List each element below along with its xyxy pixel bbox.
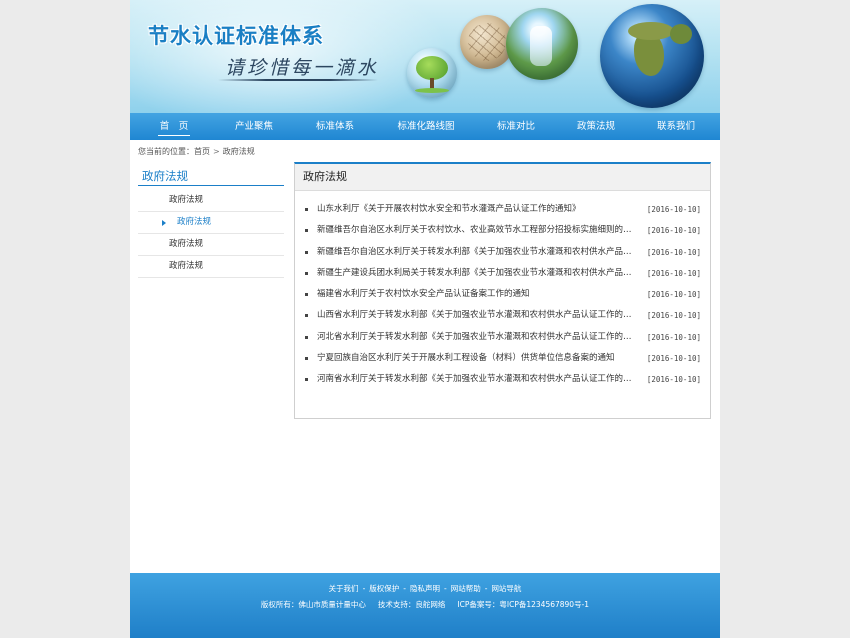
article-title-link[interactable]: 宁夏回族自治区水利厅关于开展水利工程设备（材料）供货单位信息备案的通知: [317, 348, 635, 369]
footer: 关于我们 - 版权保护 - 隐私声明 - 网站帮助 - 网站导航 版权所有：佛山市质量计量中心技…: [130, 573, 720, 638]
nav-item-label: 首 页: [157, 121, 191, 136]
footer-icp: ICP备案号：粤ICP备1234567890号-1: [457, 600, 590, 609]
nav-item-contact[interactable]: 联系我们: [648, 113, 704, 140]
footer-tech-support: 技术支持：良舵网络: [377, 600, 446, 609]
article-list-panel: 政府法规 山东水利厅《关于开展农村饮水安全和节水灌溉产品认证工作的通知》 [201…: [294, 162, 711, 419]
tree-canopy: [416, 56, 448, 80]
article-title-link[interactable]: 山东水利厅《关于开展农村饮水安全和节水灌溉产品认证工作的通知》: [317, 199, 635, 220]
footer-link-separator: -: [444, 584, 447, 593]
article-title-link[interactable]: 山西省水利厅关于转发水利部《关于加强农业节水灌溉和农村供水产品认证工作的通知》: [317, 305, 635, 326]
article-list: 山东水利厅《关于开展农村饮水安全和节水灌溉产品认证工作的通知》 [2016-10-…: [295, 199, 710, 391]
globe-image: [600, 4, 704, 108]
page-container: 节水认证标准体系 请珍惜每一滴水 首 页 产业聚焦 标准体系 标准化路线图 标准…: [130, 0, 720, 638]
footer-link-copyright-protection[interactable]: 版权保护: [369, 584, 399, 593]
article-title-link[interactable]: 新疆维吾尔自治区水利厅关于农村饮水、农业高效节水工程部分招投标实施细则的补充通知: [317, 220, 635, 241]
footer-copyright: 版权所有：佛山市质量计量中心: [260, 600, 366, 609]
nav-item-standard-compare[interactable]: 标准对比: [488, 113, 544, 140]
bullet-icon: [305, 378, 308, 382]
footer-link-separator: -: [362, 584, 366, 593]
sidebar-title: 政府法规: [138, 166, 284, 186]
globe-land-asia: [670, 24, 692, 44]
article-row[interactable]: 新疆维吾尔自治区水利厅关于农村饮水、农业高效节水工程部分招投标实施细则的补充通知…: [295, 220, 710, 241]
article-row[interactable]: 新疆维吾尔自治区水利厅关于转发水利部《关于加强农业节水灌溉和农村供水产品认证工作…: [295, 242, 710, 263]
article-date: [2016-10-10]: [646, 375, 701, 385]
article-date: [2016-10-10]: [646, 268, 701, 278]
slogan-underline: [218, 79, 378, 81]
footer-link-help[interactable]: 网站帮助: [451, 584, 481, 593]
article-date: [2016-10-10]: [646, 311, 701, 321]
article-row[interactable]: 宁夏回族自治区水利厅关于开展水利工程设备（材料）供货单位信息备案的通知 [2016…: [295, 348, 710, 369]
article-row[interactable]: 山西省水利厅关于转发水利部《关于加强农业节水灌溉和农村供水产品认证工作的通知》 […: [295, 305, 710, 326]
nav-item-policies[interactable]: 政策法规: [568, 113, 624, 140]
article-row[interactable]: 河北省水利厅关于转发水利部《关于加强农业节水灌溉和农村供水产品认证工作的通知》 […: [295, 327, 710, 348]
site-title: 节水认证标准体系: [148, 24, 324, 48]
waterfall-bubble-image: [506, 8, 578, 80]
sidebar-item-label: 政府法规: [177, 217, 212, 227]
tree-grass: [415, 88, 449, 93]
bullet-icon: [305, 293, 308, 297]
nav-item-label: 标准体系: [315, 121, 354, 132]
article-title-link[interactable]: 河南省水利厅关于转发水利部《关于加强农业节水灌溉和农村供水产品认证工作的通知》: [317, 369, 635, 390]
nav-item-label: 政策法规: [576, 121, 615, 132]
bullet-icon: [305, 335, 308, 339]
nav-item-label: 标准化路线图: [397, 121, 455, 132]
article-date: [2016-10-10]: [646, 226, 701, 236]
footer-link-about[interactable]: 关于我们: [329, 584, 359, 593]
breadcrumb-prefix: 您当前的位置：: [138, 147, 194, 156]
breadcrumb-home-link[interactable]: 首页: [194, 147, 210, 156]
nav-item-label: 标准对比: [496, 121, 535, 132]
bullet-icon: [305, 208, 308, 211]
sidebar-item-label: 政府法规: [169, 195, 204, 205]
sidebar-menu: 政府法规 政府法规 政府法规 政府法规: [138, 190, 284, 278]
panel-title: 政府法规: [295, 164, 710, 191]
sidebar-item[interactable]: 政府法规: [138, 234, 284, 256]
article-row[interactable]: 河南省水利厅关于转发水利部《关于加强农业节水灌溉和农村供水产品认证工作的通知》 […: [295, 369, 710, 390]
breadcrumb-separator-icon: >: [213, 147, 220, 156]
footer-link-separator: -: [484, 584, 488, 593]
article-row[interactable]: 新疆生产建设兵团水利局关于转发水利部《关于加强农业节水灌溉和农村供水产品认证工作…: [295, 263, 710, 284]
bullet-icon: [305, 229, 308, 233]
sidebar-item[interactable]: 政府法规: [138, 256, 284, 278]
footer-link-separator: -: [403, 584, 406, 593]
article-title-link[interactable]: 福建省水利厅关于农村饮水安全产品认证备案工作的通知: [317, 284, 635, 305]
bullet-icon: [305, 271, 308, 275]
footer-links: 关于我们 - 版权保护 - 隐私声明 - 网站帮助 - 网站导航: [130, 583, 720, 594]
nav-item-industry-focus[interactable]: 产业聚焦: [226, 113, 282, 140]
article-row[interactable]: 福建省水利厅关于农村饮水安全产品认证备案工作的通知 [2016-10-10]: [295, 284, 710, 305]
bullet-icon: [305, 357, 308, 361]
nav-item-label: 联系我们: [656, 121, 695, 132]
slogan: 请珍惜每一滴水: [225, 57, 380, 79]
sidebar-item[interactable]: 政府法规: [138, 190, 284, 212]
nav-item-home[interactable]: 首 页: [146, 113, 202, 140]
article-date: [2016-10-10]: [646, 290, 701, 300]
article-date: [2016-10-10]: [646, 205, 701, 214]
arrow-right-icon: [162, 220, 166, 226]
bullet-icon: [305, 314, 308, 318]
article-title-link[interactable]: 新疆维吾尔自治区水利厅关于转发水利部《关于加强农业节水灌溉和农村供水产品认证工作…: [317, 242, 635, 263]
breadcrumb: 您当前的位置：首页 > 政府法规: [138, 146, 255, 157]
sidebar-item-label: 政府法规: [169, 261, 204, 271]
article-date: [2016-10-10]: [646, 354, 701, 364]
globe-land-europe: [628, 22, 674, 40]
article-row[interactable]: 山东水利厅《关于开展农村饮水安全和节水灌溉产品认证工作的通知》 [2016-10-…: [295, 199, 710, 220]
nav-item-roadmap[interactable]: 标准化路线图: [388, 113, 464, 140]
sidebar-item-label: 政府法规: [169, 239, 204, 249]
footer-info: 版权所有：佛山市质量计量中心 技术支持：良舵网络 ICP备案号：粤ICP备12345…: [130, 599, 720, 610]
article-title-link[interactable]: 新疆生产建设兵团水利局关于转发水利部《关于加强农业节水灌溉和农村供水产品认证工作…: [317, 263, 635, 284]
footer-link-sitemap[interactable]: 网站导航: [491, 584, 521, 593]
article-date: [2016-10-10]: [646, 247, 701, 257]
footer-link-privacy[interactable]: 隐私声明: [410, 584, 440, 593]
article-date: [2016-10-10]: [646, 332, 701, 342]
nav-item-label: 产业聚焦: [234, 121, 273, 132]
sidebar-item-active[interactable]: 政府法规: [138, 212, 284, 234]
bullet-icon: [305, 250, 308, 254]
article-title-link[interactable]: 河北省水利厅关于转发水利部《关于加强农业节水灌溉和农村供水产品认证工作的通知》: [317, 327, 635, 348]
nav-item-standard-system[interactable]: 标准体系: [307, 113, 363, 140]
tree-bubble-image: [407, 48, 457, 98]
header-banner: 节水认证标准体系 请珍惜每一滴水: [130, 0, 720, 113]
main-nav: 首 页 产业聚焦 标准体系 标准化路线图 标准对比 政策法规 联系我们: [130, 113, 720, 140]
breadcrumb-current: 政府法规: [222, 147, 255, 156]
